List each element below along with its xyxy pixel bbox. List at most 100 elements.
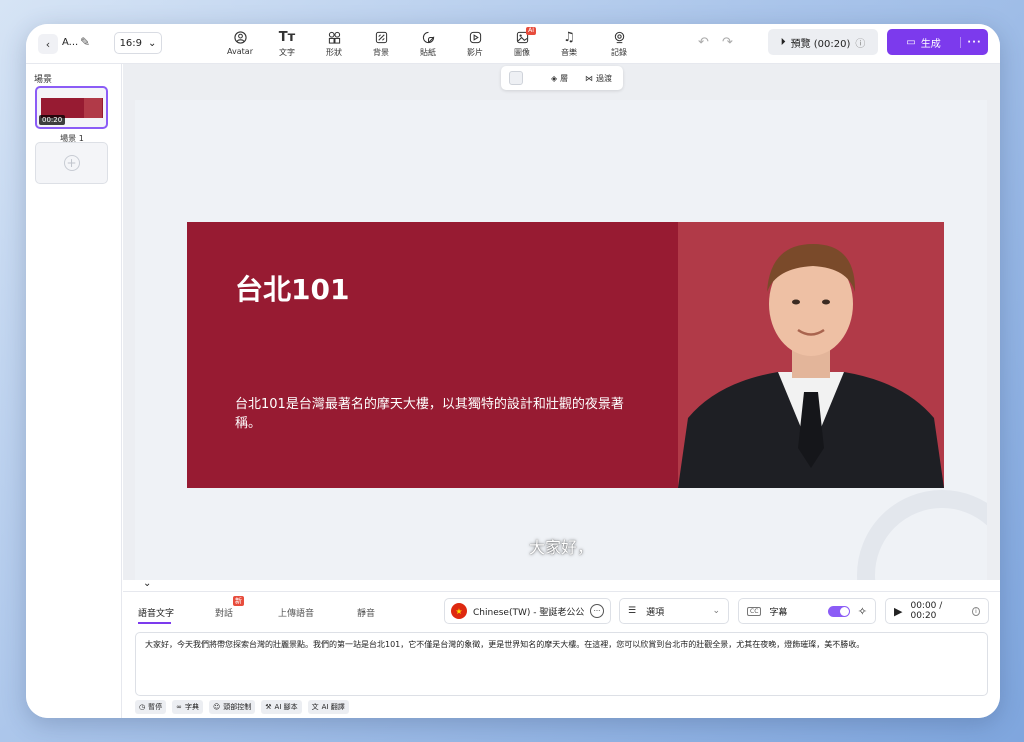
subtitles-label: 字幕 — [769, 607, 788, 618]
tool-music[interactable]: ♫ 音樂 — [551, 29, 587, 59]
stage: 台北101 台北101是台灣最著名的摩天大樓，以其獨特的設計和壯觀的夜景著稱。 — [135, 100, 987, 580]
tool-sticker[interactable]: 貼紙 — [410, 29, 446, 59]
tool-label: 記錄 — [611, 48, 627, 57]
slide[interactable]: 台北101 台北101是台灣最著名的摩天大樓，以其獨特的設計和壯觀的夜景著稱。 — [187, 222, 944, 488]
translate-icon: 文 — [311, 703, 319, 711]
video-icon — [467, 29, 483, 45]
play-circle-icon: ⏵ — [780, 36, 786, 48]
generate-button[interactable]: ▭ 生成 ··· — [887, 29, 988, 55]
tool-background[interactable]: 背景 — [363, 29, 399, 59]
tab-speech-text[interactable]: 語音文字 — [138, 606, 174, 619]
transition-icon: ⋈ — [585, 74, 593, 83]
tool-label: Avatar — [227, 47, 253, 56]
sidebar-title: 場景 — [34, 75, 53, 85]
info-icon: ⓘ — [855, 38, 866, 50]
mini-label: 字典 — [184, 703, 199, 711]
tab-upload-audio[interactable]: 上傳語音 — [278, 606, 314, 619]
avatar-icon — [232, 29, 248, 45]
cc-icon: CC — [747, 606, 762, 616]
scene-sidebar: 場景 00:20 場景 1 + ✉ — [26, 64, 122, 718]
script-textarea[interactable]: 大家好，今天我們將帶您探索台灣的壯麗景點。我們的第一站是台北101，它不僅是台灣… — [135, 632, 988, 696]
slide-title[interactable]: 台北101 — [235, 268, 349, 308]
pin-icon[interactable]: ✧ — [858, 605, 867, 618]
audio-player: ▶ 00:00 / 00:20 i — [885, 598, 989, 624]
tool-label: 貼紙 — [420, 48, 436, 57]
generate-icon: ▭ — [906, 36, 916, 48]
sticker-icon — [420, 29, 436, 45]
flag-icon: ★ — [451, 603, 467, 619]
pause-button[interactable]: ◷ 暫停 — [135, 700, 167, 714]
info-icon[interactable]: i — [971, 606, 980, 616]
undo-icon[interactable]: ↶ — [698, 35, 709, 50]
subtitle-caption: 大家好， — [528, 538, 593, 557]
project-name[interactable]: A... — [62, 37, 78, 48]
sliders-icon: ☰ — [628, 606, 637, 616]
voice-select[interactable]: ★ Chinese(TW) - 聖誕老公公 ··· — [444, 598, 611, 624]
tool-avatar[interactable]: Avatar — [222, 29, 258, 59]
tool-label: 文字 — [279, 48, 295, 57]
scene-thumbnail[interactable]: 00:20 — [35, 86, 108, 129]
mini-label: 頭部控制 — [223, 703, 252, 711]
app-window: ‹ A... ✎ 16:9 ⌄ Avatar Tт 文字 形狀 背景 貼紙 影片… — [26, 24, 1000, 718]
layers-icon: ◈ — [551, 74, 558, 83]
tab-dialogue[interactable]: 對話 — [215, 606, 233, 619]
tool-record[interactable]: 記錄 — [601, 29, 637, 59]
slide-description[interactable]: 台北101是台灣最著名的摩天大樓，以其獨特的設計和壯觀的夜景著稱。 — [235, 395, 625, 433]
options-select[interactable]: ☰ 選項 ⌄ — [619, 598, 729, 624]
script-panel: 語音文字 對話 新 上傳語音 靜音 ★ Chinese(TW) - 聖誕老公公 … — [123, 591, 1000, 718]
more-icon[interactable]: ··· — [590, 604, 604, 618]
more-options-icon[interactable]: ··· — [960, 36, 988, 48]
tab-mute[interactable]: 靜音 — [357, 606, 375, 619]
play-icon[interactable]: ▶ — [894, 605, 902, 618]
playback-time: 00:00 / 00:20 — [910, 601, 943, 621]
options-label: 選項 — [646, 607, 665, 618]
tool-shapes[interactable]: 形狀 — [316, 29, 352, 59]
script-tools: ◷ 暫停 ∞ 字典 ☺ 頭部控制 ⚒ AI 腳本 文 AI 翻譯 — [135, 700, 349, 714]
aspect-ratio-select[interactable]: 16:9 ⌄ — [114, 32, 162, 54]
top-toolbar: ‹ A... ✎ 16:9 ⌄ Avatar Tт 文字 形狀 背景 貼紙 影片… — [26, 24, 1000, 64]
tool-label: 形狀 — [326, 48, 342, 57]
redo-icon[interactable]: ↷ — [722, 35, 733, 50]
mini-label: AI 腳本 — [274, 703, 298, 711]
transition-label: 過渡 — [596, 74, 612, 83]
face-icon: ☺ — [212, 703, 221, 711]
tool-label: 圖像 — [514, 48, 530, 57]
shapes-icon — [326, 29, 342, 45]
magic-wand-icon: ⚒ — [265, 703, 272, 711]
layer-button[interactable]: ◈ 層 — [551, 73, 568, 84]
chevron-down-icon: ⌄ — [148, 37, 157, 49]
scene-duration: 00:20 — [39, 115, 66, 125]
active-tab-indicator — [138, 622, 171, 624]
thumbnail-presenter — [84, 98, 102, 118]
avatar-presenter[interactable] — [678, 222, 944, 488]
presenter-figure — [678, 244, 944, 488]
subtitles-control: CC 字幕 ✧ — [738, 598, 876, 624]
head-control-button[interactable]: ☺ 頭部控制 — [208, 700, 256, 714]
tool-label: 背景 — [373, 48, 389, 57]
collapse-panel-icon[interactable]: ⌄ — [143, 578, 151, 589]
link-icon: ∞ — [176, 703, 182, 711]
ai-translate-button[interactable]: 文 AI 翻譯 — [307, 700, 349, 714]
subtitles-toggle[interactable] — [827, 605, 850, 617]
chevron-down-icon: ⌄ — [712, 606, 720, 616]
ai-script-button[interactable]: ⚒ AI 腳本 — [261, 700, 302, 714]
transition-button[interactable]: ⋈ 過渡 — [585, 73, 612, 84]
color-swatch[interactable] — [509, 71, 523, 85]
preview-button[interactable]: ⏵ 預覽 (00:20) ⓘ — [768, 29, 878, 55]
back-button[interactable]: ‹ — [38, 34, 58, 54]
generate-label: 生成 — [920, 38, 941, 50]
add-scene-button[interactable]: + — [35, 142, 108, 184]
edit-name-icon[interactable]: ✎ — [80, 35, 90, 49]
ai-badge: AI — [526, 27, 536, 35]
clock-icon: ◷ — [139, 703, 146, 711]
aspect-ratio-value: 16:9 — [119, 37, 143, 49]
tool-text[interactable]: Tт 文字 — [269, 29, 305, 59]
dictionary-button[interactable]: ∞ 字典 — [172, 700, 203, 714]
record-icon — [611, 29, 627, 45]
tool-image[interactable]: AI 圖像 — [504, 27, 540, 59]
tool-video[interactable]: 影片 — [457, 29, 493, 59]
voice-label: Chinese(TW) - 聖誕老公公 — [473, 607, 585, 618]
tool-label: 影片 — [467, 48, 483, 57]
music-icon: ♫ — [563, 29, 575, 45]
mini-label: 暫停 — [148, 703, 163, 711]
